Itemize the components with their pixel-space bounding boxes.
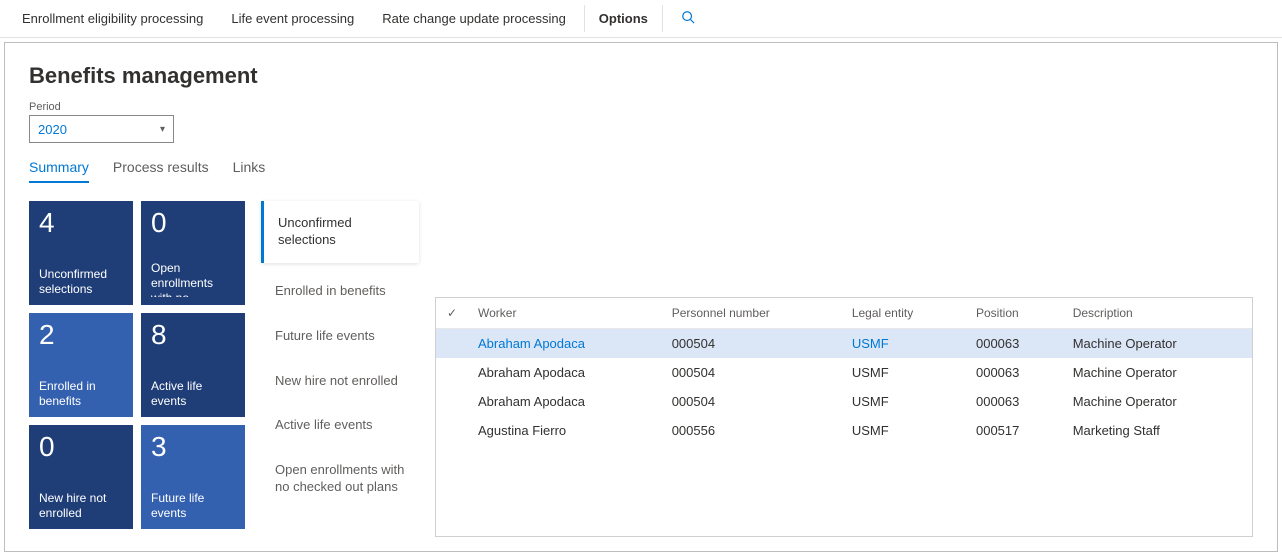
cell-personnel: 000556 [662,416,842,445]
tile-label: Active life events [151,379,235,409]
tile-new-hire[interactable]: 0 New hire not enrolled [29,425,133,529]
table-row[interactable]: Abraham Apodaca 000504 USMF 000063 Machi… [436,329,1252,359]
tile-count: 8 [151,321,235,349]
row-check[interactable] [436,329,468,359]
cell-worker[interactable]: Agustina Fierro [468,416,662,445]
checkmark-icon[interactable]: ✓ [436,298,468,329]
cell-personnel: 000504 [662,358,842,387]
page-container: Benefits management Period 2020 ▾ Summar… [4,42,1278,552]
data-table: ✓ Worker Personnel number Legal entity P… [435,297,1253,537]
period-label: Period [29,101,1253,113]
tile-count: 3 [151,433,235,461]
tile-label: Unconfirmed selections [39,267,123,297]
chevron-down-icon: ▾ [160,124,165,135]
cell-position: 000063 [966,387,1063,416]
topbar: Enrollment eligibility processing Life e… [0,0,1282,38]
cell-position: 000063 [966,358,1063,387]
table-row[interactable]: Abraham Apodaca 000504 USMF 000063 Machi… [436,387,1252,416]
tile-count: 4 [39,209,123,237]
col-entity[interactable]: Legal entity [842,298,966,329]
cell-entity[interactable]: USMF [842,387,966,416]
cell-worker[interactable]: Abraham Apodaca [468,358,662,387]
tile-future-life[interactable]: 3 Future life events [141,425,245,529]
cell-entity[interactable]: USMF [842,329,966,359]
category-open-enroll[interactable]: Open enrollments with no checked out pla… [261,448,419,510]
topbar-item-ratechange[interactable]: Rate change update processing [372,5,576,32]
cell-description: Marketing Staff [1063,416,1252,445]
category-active-life[interactable]: Active life events [261,403,419,448]
cell-worker[interactable]: Abraham Apodaca [468,329,662,359]
tile-unconfirmed[interactable]: 4 Unconfirmed selections [29,201,133,305]
tab-links[interactable]: Links [233,159,266,183]
category-future-life[interactable]: Future life events [261,314,419,359]
row-check[interactable] [436,387,468,416]
cell-personnel: 000504 [662,329,842,359]
period-value: 2020 [38,122,67,137]
tile-label: Future life events [151,491,235,521]
tile-count: 0 [151,209,235,237]
tile-label: Open enrollments with no... [151,261,235,297]
tile-active-life[interactable]: 8 Active life events [141,313,245,417]
cell-description: Machine Operator [1063,387,1252,416]
page-title: Benefits management [29,63,1253,89]
col-worker[interactable]: Worker [468,298,662,329]
cell-worker[interactable]: Abraham Apodaca [468,387,662,416]
tile-count: 2 [39,321,123,349]
tile-label: New hire not enrolled [39,491,123,521]
category-unconfirmed[interactable]: Unconfirmed selections [261,201,419,263]
period-select[interactable]: 2020 ▾ [29,115,174,143]
cell-personnel: 000504 [662,387,842,416]
tabs: Summary Process results Links [29,159,1253,183]
table-row[interactable]: Abraham Apodaca 000504 USMF 000063 Machi… [436,358,1252,387]
cell-description: Machine Operator [1063,358,1252,387]
cell-position: 000517 [966,416,1063,445]
topbar-item-enrollment[interactable]: Enrollment eligibility processing [12,5,213,32]
tile-count: 0 [39,433,123,461]
tab-process-results[interactable]: Process results [113,159,209,183]
cell-entity[interactable]: USMF [842,358,966,387]
table-header-row: ✓ Worker Personnel number Legal entity P… [436,298,1252,329]
content-row: 4 Unconfirmed selections 0 Open enrollme… [29,201,1253,537]
cell-position: 000063 [966,329,1063,359]
tile-label: Enrolled in benefits [39,379,123,409]
col-position[interactable]: Position [966,298,1063,329]
cell-entity[interactable]: USMF [842,416,966,445]
row-check[interactable] [436,358,468,387]
category-enrolled[interactable]: Enrolled in benefits [261,269,419,314]
tab-summary[interactable]: Summary [29,159,89,183]
topbar-item-options[interactable]: Options [584,5,663,32]
col-personnel[interactable]: Personnel number [662,298,842,329]
tile-enrolled[interactable]: 2 Enrolled in benefits [29,313,133,417]
tile-grid: 4 Unconfirmed selections 0 Open enrollme… [29,201,245,537]
category-list: Unconfirmed selections Enrolled in benef… [261,201,419,537]
search-icon[interactable] [671,4,705,33]
col-description[interactable]: Description [1063,298,1252,329]
row-check[interactable] [436,416,468,445]
tile-open-enrollments[interactable]: 0 Open enrollments with no... [141,201,245,305]
topbar-item-lifeevent[interactable]: Life event processing [221,5,364,32]
table-row[interactable]: Agustina Fierro 000556 USMF 000517 Marke… [436,416,1252,445]
cell-description: Machine Operator [1063,329,1252,359]
category-new-hire[interactable]: New hire not enrolled [261,359,419,404]
